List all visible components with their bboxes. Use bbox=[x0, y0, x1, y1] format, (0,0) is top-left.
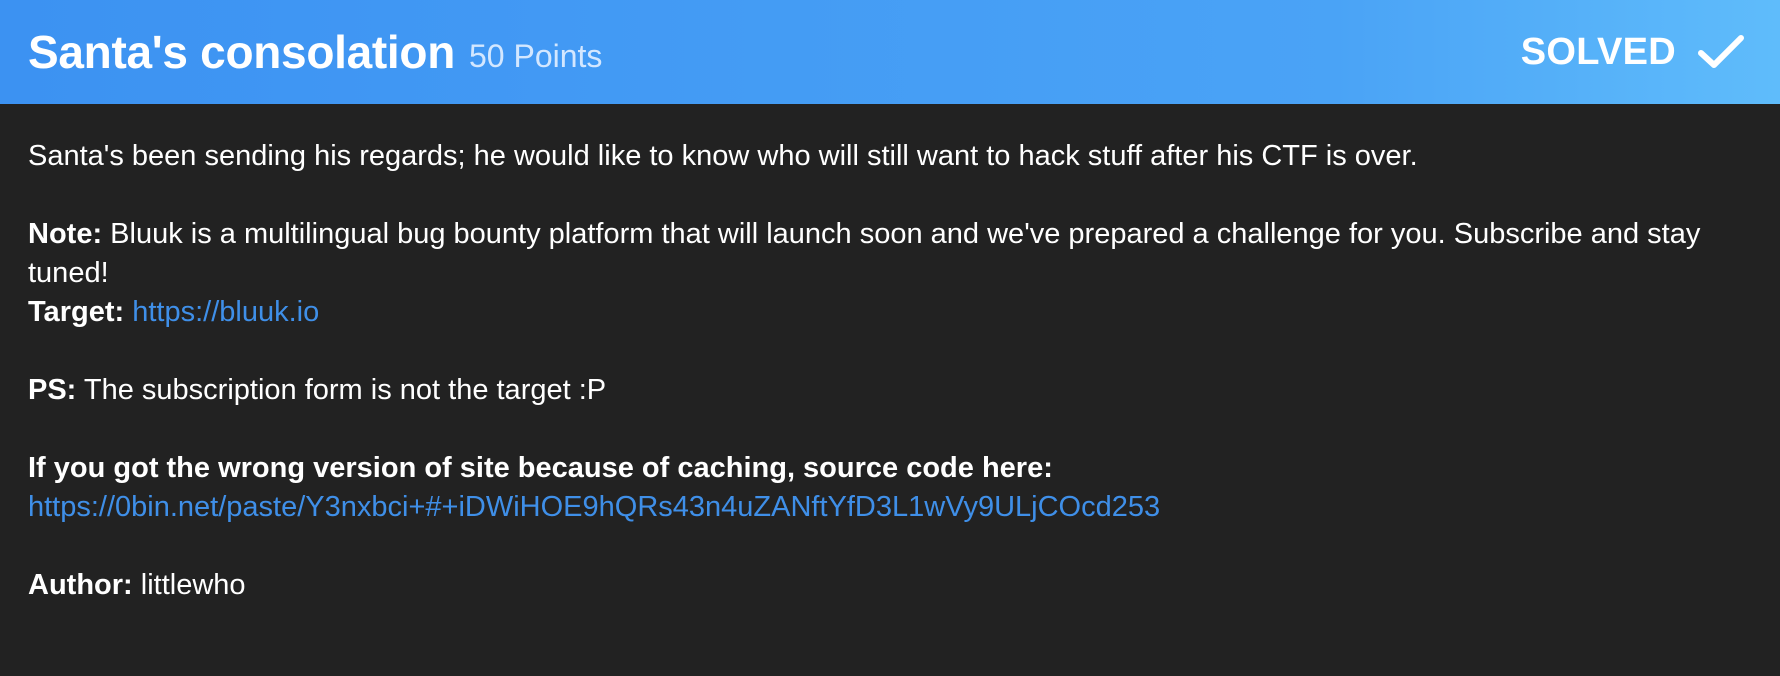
source-code-link[interactable]: https://0bin.net/paste/Y3nxbci+#+iDWiHOE… bbox=[28, 491, 1160, 523]
ps-paragraph: PS: The subscription form is not the tar… bbox=[28, 371, 1748, 410]
challenge-description: Santa's been sending his regards; he wou… bbox=[28, 104, 1748, 605]
target-paragraph: Target: https://bluuk.io bbox=[28, 293, 1748, 332]
checkmark-icon bbox=[1698, 35, 1744, 68]
challenge-title: Santa's consolation bbox=[28, 26, 455, 78]
author-name: littlewho bbox=[132, 569, 246, 601]
note-text: Bluuk is a multilingual bug bounty platf… bbox=[28, 218, 1701, 289]
challenge-card: Santa's consolation 50 Points SOLVED San… bbox=[0, 0, 1780, 676]
description-text: Santa's been sending his regards; he wou… bbox=[28, 140, 1418, 172]
note-label: Note: bbox=[28, 218, 103, 250]
solved-status: SOLVED bbox=[1521, 0, 1746, 104]
target-link[interactable]: https://bluuk.io bbox=[132, 296, 319, 328]
status-label: SOLVED bbox=[1520, 30, 1676, 73]
author-label: Author: bbox=[28, 569, 133, 601]
ps-label: PS: bbox=[28, 374, 77, 406]
author-paragraph: Author: littlewho bbox=[28, 566, 1748, 605]
source-link-paragraph: https://0bin.net/paste/Y3nxbci+#+iDWiHOE… bbox=[28, 488, 1748, 527]
caching-note: If you got the wrong version of site bec… bbox=[28, 452, 1053, 484]
challenge-points: 50 Points bbox=[469, 37, 603, 74]
title-group: Santa's consolation 50 Points bbox=[28, 0, 602, 104]
note-paragraph: Note: Bluuk is a multilingual bug bounty… bbox=[28, 215, 1748, 293]
target-label: Target: bbox=[28, 296, 125, 328]
ps-text: The subscription form is not the target … bbox=[76, 374, 607, 406]
challenge-header[interactable]: Santa's consolation 50 Points SOLVED bbox=[0, 0, 1780, 104]
